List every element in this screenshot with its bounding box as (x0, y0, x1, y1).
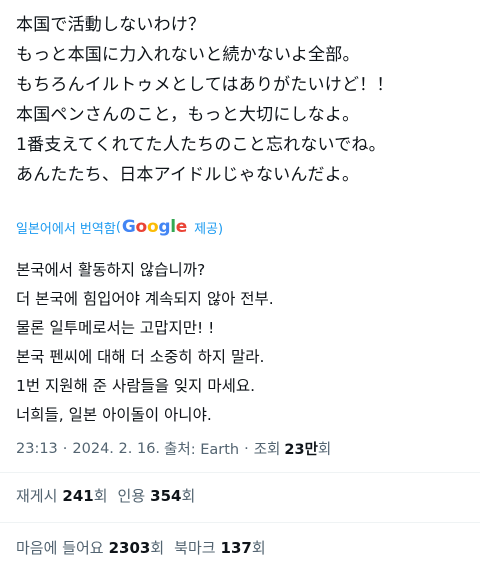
post-translated-text: 본국에서 활동하지 않습니까? 더 본국에 힘입어야 계속되지 않아 전부. 물… (16, 256, 471, 430)
translated-line: 1번 지원해 준 사람들을 잊지 마세요. (16, 377, 256, 395)
bookmarks-label: 북마크 (174, 539, 216, 557)
provider-suffix: 제공) (189, 221, 224, 237)
likes-unit: 회 (150, 539, 165, 557)
original-line: あんたたち、日本アイドルじゃないんだよ。 (16, 165, 360, 185)
post-date[interactable]: 2024. 2. 16. (72, 441, 160, 457)
divider (0, 522, 480, 523)
reposts-count: 241 (62, 486, 94, 505)
reposts-stat[interactable]: 재게시 241 회 (16, 485, 108, 506)
bookmarks-stat[interactable]: 북마크 137 회 (174, 537, 266, 558)
likes-stat[interactable]: 마음에 들어요 2303 회 (16, 537, 164, 558)
post-source[interactable]: 출처: Earth (164, 438, 239, 459)
meta-separator: · (244, 440, 249, 457)
original-line: 1番支えてくれてた人たちのこと忘れないでね。 (16, 135, 386, 155)
views-unit: 회 (317, 442, 332, 458)
google-logo: Google (121, 217, 187, 237)
quotes-unit: 회 (181, 487, 196, 505)
divider (0, 472, 480, 473)
views-count: 23만 (284, 442, 318, 458)
post-time[interactable]: 23:13 (16, 441, 58, 457)
translated-line: 본국 펜씨에 대해 더 소중히 하지 말라. (16, 348, 265, 366)
engagement-row-reactions: 마음에 들어요 2303 회 북마크 137 회 (16, 537, 276, 558)
original-line: もっと本国に力入れないと続かないよ全部。 (16, 45, 360, 65)
likes-label: 마음에 들어요 (16, 539, 104, 557)
paren-open: ( (115, 219, 121, 235)
quotes-label: 인용 (117, 487, 146, 505)
translated-line: 본국에서 활동하지 않습니까? (16, 261, 206, 279)
reposts-label: 재게시 (16, 487, 58, 505)
translate-label: 일본어에서 번역함 (16, 221, 116, 237)
original-line: 本国ペンさんのこと，もっと大切にしなよ。 (16, 105, 360, 125)
original-line: 本国で活動しないわけ？ (16, 15, 206, 35)
engagement-row-shares: 재게시 241 회 인용 354 회 (16, 485, 205, 506)
bookmarks-count: 137 (220, 538, 252, 557)
translated-line: 물론 일투메로서는 고맙지만! ! (16, 319, 215, 337)
original-line: もちろんイルトゥメとしてはありがたいけど！！ (16, 75, 394, 95)
translated-line: 더 본국에 힘입어야 계속되지 않아 전부. (16, 290, 274, 308)
views-label: 조회 (253, 442, 281, 458)
quotes-count: 354 (150, 486, 182, 505)
translated-line: 너희들, 일본 아이돌이 아니야. (16, 406, 212, 424)
bookmarks-unit: 회 (251, 539, 266, 557)
reposts-unit: 회 (93, 487, 108, 505)
post-detail: 本国で活動しないわけ？ もっと本国に力入れないと続かないよ全部。 もちろんイルト… (0, 0, 480, 569)
likes-count: 2303 (108, 538, 151, 557)
meta-separator: · (62, 440, 68, 457)
quotes-stat[interactable]: 인용 354 회 (118, 485, 196, 506)
translated-by-google[interactable]: 일본어에서 번역함 ( Google 제공) (16, 216, 223, 238)
post-meta: 23:13 · 2024. 2. 16. 출처: Earth · 조회 23만 … (16, 438, 331, 459)
post-original-text: 本国で活動しないわけ？ もっと本国に力入れないと続かないよ全部。 もちろんイルト… (16, 10, 471, 190)
